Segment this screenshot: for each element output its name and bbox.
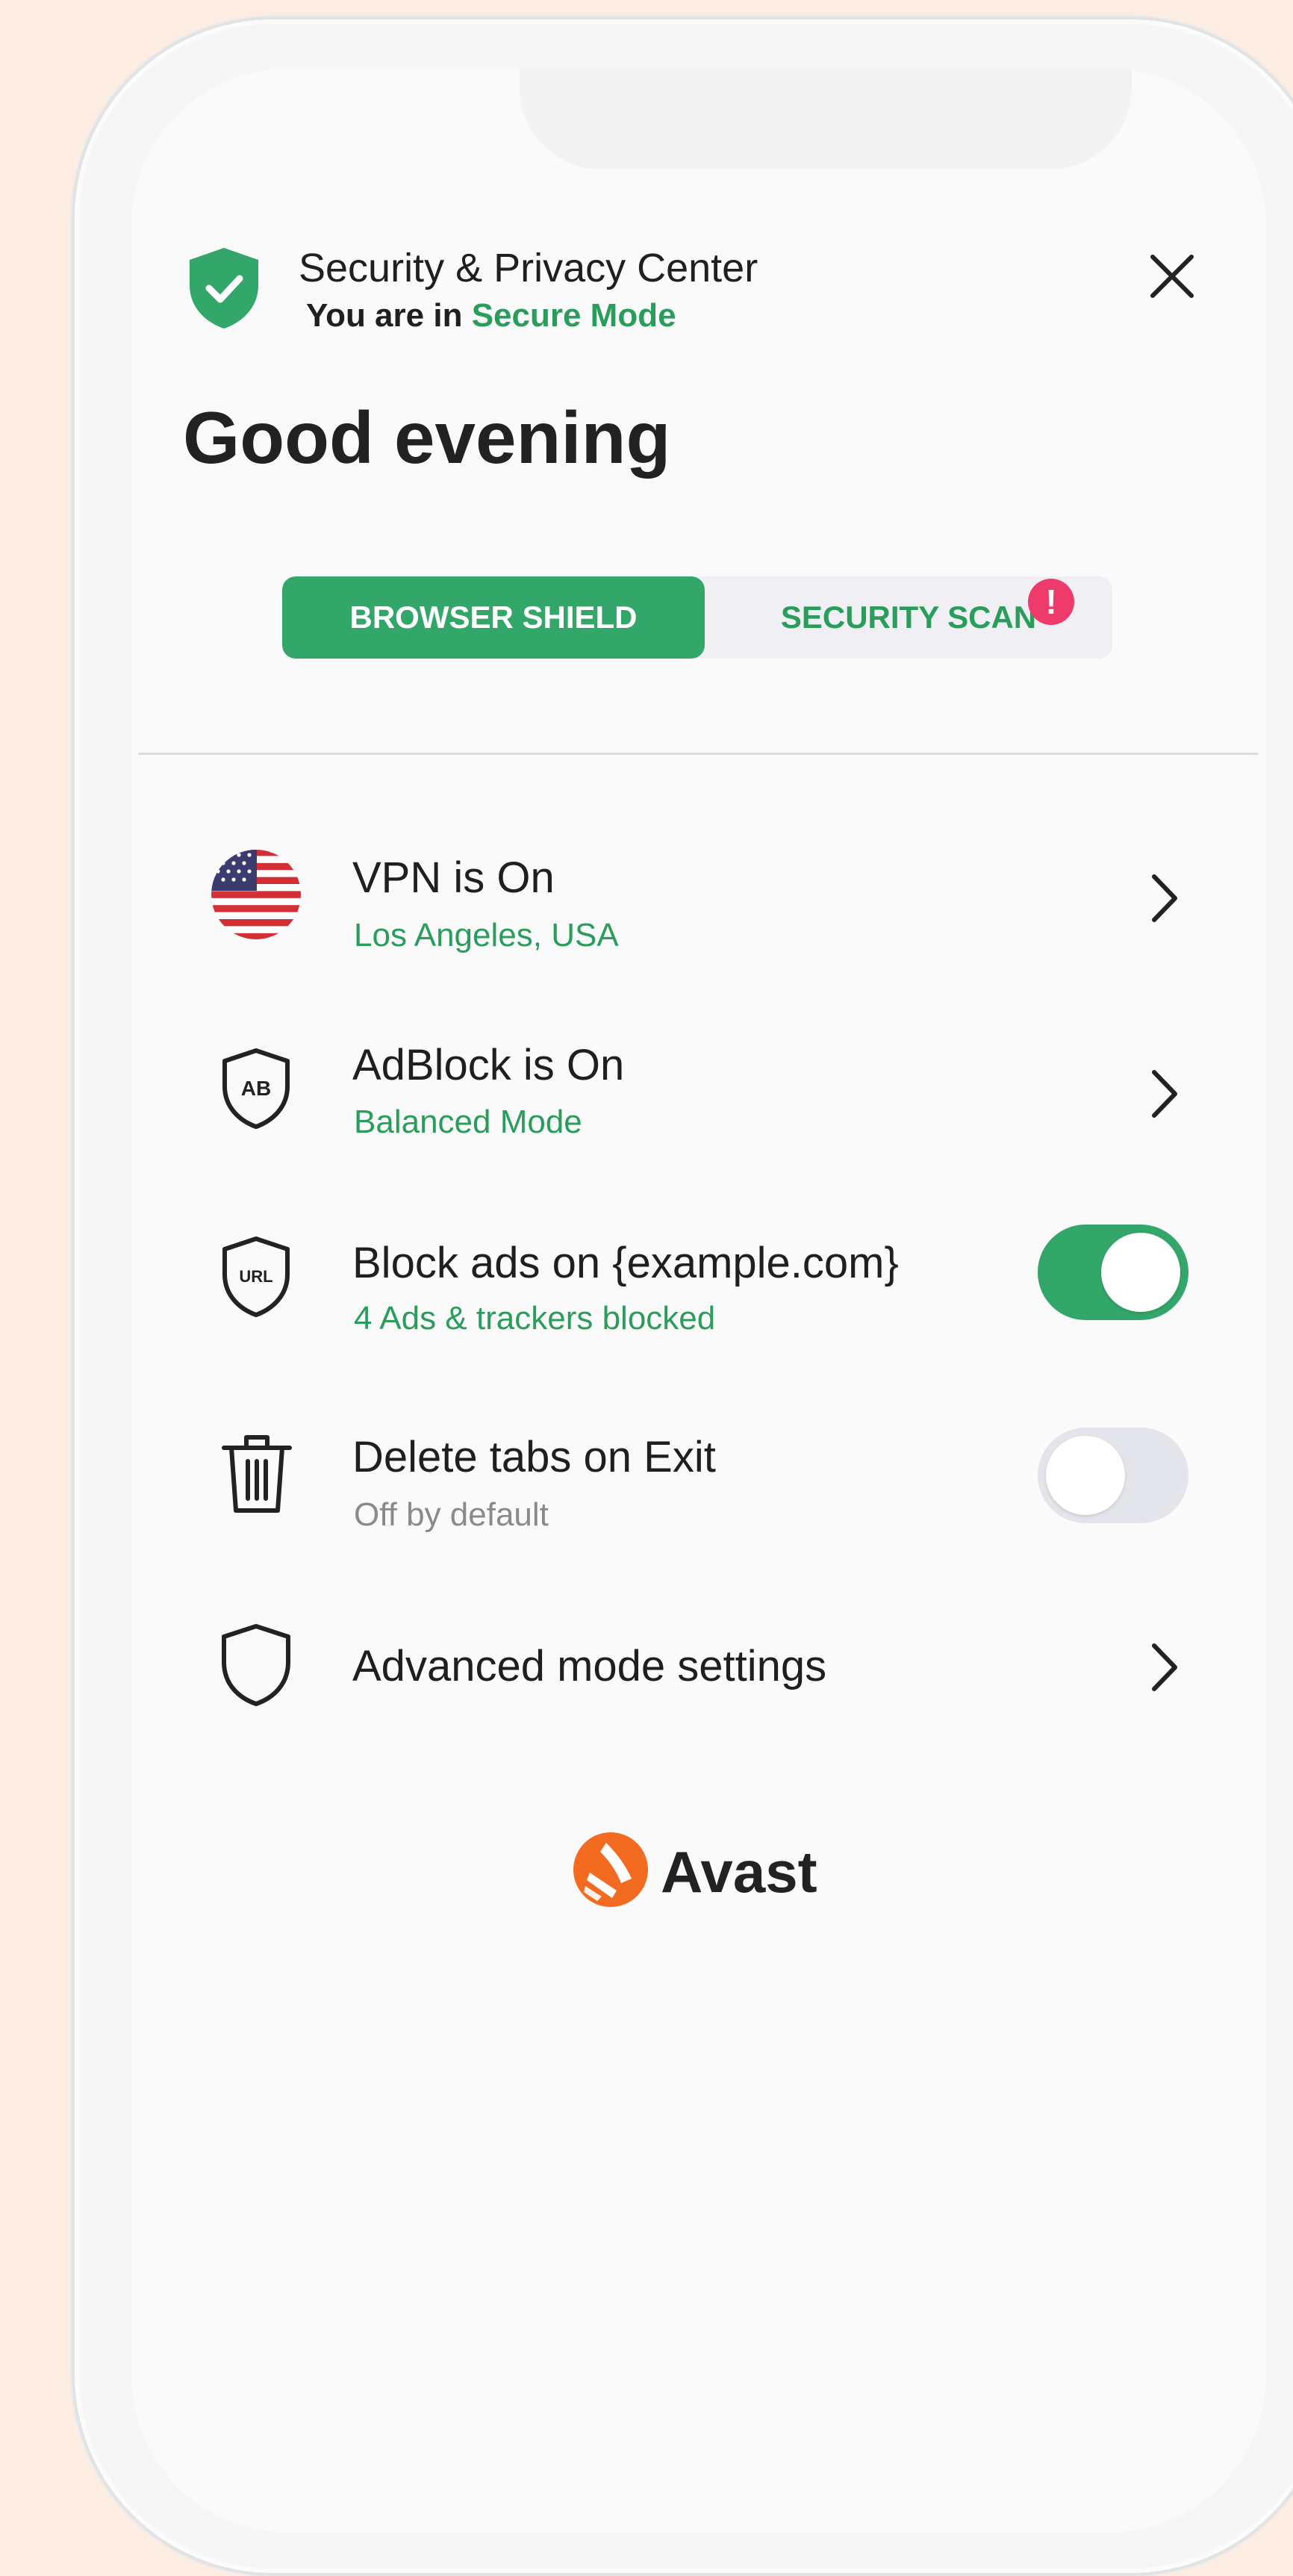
brand-name: Avast bbox=[661, 1839, 817, 1905]
ab-shield-icon: AB bbox=[222, 1048, 290, 1129]
app-title: Security & Privacy Center bbox=[299, 246, 758, 290]
mode-prefix: You are in bbox=[306, 297, 472, 334]
svg-text:URL: URL bbox=[239, 1267, 272, 1286]
svg-text:AB: AB bbox=[241, 1077, 271, 1100]
delete-tabs-toggle[interactable] bbox=[1038, 1428, 1188, 1523]
vpn-location: Los Angeles, USA bbox=[354, 917, 619, 953]
block-ads-title[interactable]: Block ads on {example.com} bbox=[352, 1238, 899, 1288]
vpn-title[interactable]: VPN is On bbox=[352, 853, 555, 903]
adblock-title[interactable]: AdBlock is On bbox=[352, 1040, 624, 1090]
delete-tabs-title[interactable]: Delete tabs on Exit bbox=[352, 1432, 716, 1482]
close-icon[interactable] bbox=[1142, 246, 1202, 306]
url-shield-icon: URL bbox=[222, 1236, 290, 1317]
divider bbox=[138, 753, 1258, 755]
greeting-heading: Good evening bbox=[183, 396, 671, 479]
tab-browser-shield[interactable]: BROWSER SHIELD bbox=[282, 576, 705, 659]
advanced-settings-title[interactable]: Advanced mode settings bbox=[352, 1641, 826, 1691]
chevron-right-icon[interactable] bbox=[1150, 1641, 1180, 1693]
toggle-knob bbox=[1046, 1436, 1125, 1515]
adblock-mode: Balanced Mode bbox=[354, 1104, 582, 1140]
trash-icon bbox=[222, 1435, 292, 1513]
avast-logo-icon bbox=[573, 1832, 648, 1907]
notch bbox=[520, 69, 1132, 169]
us-flag-icon bbox=[211, 850, 301, 939]
chevron-right-icon[interactable] bbox=[1150, 872, 1180, 924]
shield-outline-icon bbox=[222, 1624, 290, 1706]
ads-blocked-count: 4 Ads & trackers blocked bbox=[354, 1300, 716, 1337]
mode-status: You are in Secure Mode bbox=[306, 297, 676, 335]
block-ads-toggle[interactable] bbox=[1038, 1225, 1188, 1320]
mode-name: Secure Mode bbox=[471, 297, 676, 334]
alert-badge: ! bbox=[1028, 579, 1074, 625]
secure-shield-icon bbox=[190, 248, 258, 329]
delete-tabs-status: Off by default bbox=[354, 1496, 549, 1533]
chevron-right-icon[interactable] bbox=[1150, 1068, 1180, 1120]
toggle-knob bbox=[1101, 1233, 1180, 1312]
